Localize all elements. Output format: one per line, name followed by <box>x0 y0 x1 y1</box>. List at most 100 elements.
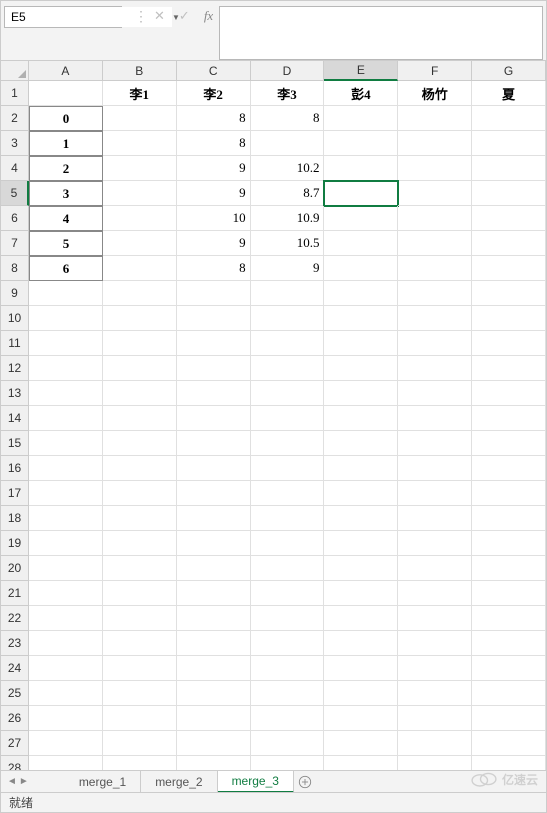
row-header-4[interactable]: 4 <box>1 156 29 181</box>
cell-A18[interactable] <box>29 506 103 531</box>
cell-F13[interactable] <box>398 381 472 406</box>
formula-input[interactable] <box>219 6 543 60</box>
cell-F24[interactable] <box>398 656 472 681</box>
cell-F11[interactable] <box>398 331 472 356</box>
cell-D28[interactable] <box>251 756 325 770</box>
cell-F5[interactable] <box>398 181 472 206</box>
cell-E27[interactable] <box>324 731 398 756</box>
cell-E1[interactable]: 彭4 <box>324 81 398 106</box>
row-header-7[interactable]: 7 <box>1 231 29 256</box>
cell-D7[interactable]: 10.5 <box>251 231 325 256</box>
cell-G3[interactable] <box>472 131 546 156</box>
cell-C6[interactable]: 10 <box>177 206 251 231</box>
cell-C7[interactable]: 9 <box>177 231 251 256</box>
cell-G28[interactable] <box>472 756 546 770</box>
row-header-14[interactable]: 14 <box>1 406 29 431</box>
cell-C18[interactable] <box>177 506 251 531</box>
row-header-26[interactable]: 26 <box>1 706 29 731</box>
cell-B17[interactable] <box>103 481 177 506</box>
cell-G20[interactable] <box>472 556 546 581</box>
cell-B14[interactable] <box>103 406 177 431</box>
row-header-25[interactable]: 25 <box>1 681 29 706</box>
sheet-nav-first-icon[interactable]: ◄ <box>7 776 17 787</box>
cell-A27[interactable] <box>29 731 103 756</box>
cell-B21[interactable] <box>103 581 177 606</box>
cell-A3[interactable]: 1 <box>29 131 103 156</box>
cell-G25[interactable] <box>472 681 546 706</box>
cell-E21[interactable] <box>324 581 398 606</box>
cell-A26[interactable] <box>29 706 103 731</box>
cell-E10[interactable] <box>324 306 398 331</box>
cell-A17[interactable] <box>29 481 103 506</box>
cell-E17[interactable] <box>324 481 398 506</box>
cell-G7[interactable] <box>472 231 546 256</box>
cell-E3[interactable] <box>324 131 398 156</box>
column-header-A[interactable]: A <box>29 61 103 81</box>
cell-A7[interactable]: 5 <box>29 231 103 256</box>
select-all-corner[interactable] <box>1 61 29 81</box>
row-header-8[interactable]: 8 <box>1 256 29 281</box>
row-header-18[interactable]: 18 <box>1 506 29 531</box>
cell-D26[interactable] <box>251 706 325 731</box>
cell-B8[interactable] <box>103 256 177 281</box>
cell-G27[interactable] <box>472 731 546 756</box>
cell-D14[interactable] <box>251 406 325 431</box>
cell-G9[interactable] <box>472 281 546 306</box>
cell-E16[interactable] <box>324 456 398 481</box>
cell-B25[interactable] <box>103 681 177 706</box>
cell-C4[interactable]: 9 <box>177 156 251 181</box>
cell-F16[interactable] <box>398 456 472 481</box>
row-header-21[interactable]: 21 <box>1 581 29 606</box>
cell-A11[interactable] <box>29 331 103 356</box>
cell-G24[interactable] <box>472 656 546 681</box>
cell-F28[interactable] <box>398 756 472 770</box>
cell-E7[interactable] <box>324 231 398 256</box>
cell-G23[interactable] <box>472 631 546 656</box>
cell-C5[interactable]: 9 <box>177 181 251 206</box>
cell-G16[interactable] <box>472 456 546 481</box>
sheet-nav-last-icon[interactable]: ► <box>19 776 29 787</box>
cell-E6[interactable] <box>324 206 398 231</box>
cell-B6[interactable] <box>103 206 177 231</box>
cell-G2[interactable] <box>472 106 546 131</box>
cancel-formula-icon[interactable]: ✕ <box>154 8 165 24</box>
cell-A9[interactable] <box>29 281 103 306</box>
cell-C10[interactable] <box>177 306 251 331</box>
cell-D12[interactable] <box>251 356 325 381</box>
column-header-B[interactable]: B <box>103 61 177 81</box>
cell-D1[interactable]: 李3 <box>251 81 325 106</box>
fx-label[interactable]: fx <box>204 8 213 24</box>
cell-A25[interactable] <box>29 681 103 706</box>
cell-C20[interactable] <box>177 556 251 581</box>
cell-D11[interactable] <box>251 331 325 356</box>
column-header-C[interactable]: C <box>177 61 251 81</box>
cell-A12[interactable] <box>29 356 103 381</box>
cell-B19[interactable] <box>103 531 177 556</box>
sheet-tab-merge_3[interactable]: merge_3 <box>218 771 294 793</box>
row-header-24[interactable]: 24 <box>1 656 29 681</box>
cell-F26[interactable] <box>398 706 472 731</box>
cell-C15[interactable] <box>177 431 251 456</box>
cell-G4[interactable] <box>472 156 546 181</box>
cell-C3[interactable]: 8 <box>177 131 251 156</box>
row-header-23[interactable]: 23 <box>1 631 29 656</box>
cell-A24[interactable] <box>29 656 103 681</box>
cell-C11[interactable] <box>177 331 251 356</box>
cell-C23[interactable] <box>177 631 251 656</box>
cell-A15[interactable] <box>29 431 103 456</box>
cell-G14[interactable] <box>472 406 546 431</box>
cell-D13[interactable] <box>251 381 325 406</box>
column-header-F[interactable]: F <box>398 61 472 81</box>
cell-A2[interactable]: 0 <box>29 106 103 131</box>
cell-A23[interactable] <box>29 631 103 656</box>
cell-F6[interactable] <box>398 206 472 231</box>
row-header-20[interactable]: 20 <box>1 556 29 581</box>
cell-C27[interactable] <box>177 731 251 756</box>
cell-B20[interactable] <box>103 556 177 581</box>
cell-B15[interactable] <box>103 431 177 456</box>
cell-F4[interactable] <box>398 156 472 181</box>
cell-D4[interactable]: 10.2 <box>251 156 325 181</box>
cell-G1[interactable]: 夏 <box>472 81 546 106</box>
cell-C21[interactable] <box>177 581 251 606</box>
cell-C25[interactable] <box>177 681 251 706</box>
